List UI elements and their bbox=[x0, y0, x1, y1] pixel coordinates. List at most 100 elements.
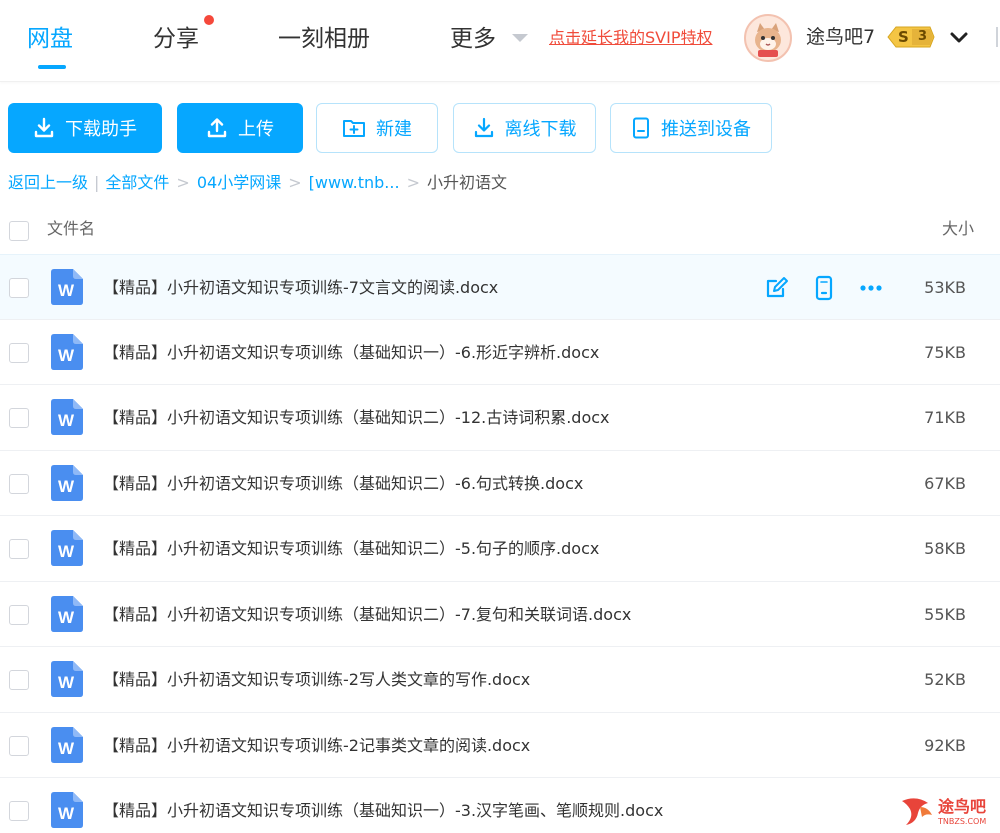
row-checkbox[interactable] bbox=[9, 735, 29, 756]
offline-download-button[interactable]: 离线下载 bbox=[453, 103, 596, 153]
badge-letter: S bbox=[898, 28, 909, 46]
top-navigation: 网盘 分享 一刻相册 更多 点击延长我的SVIP特权 途鸟吧7 S 3 bbox=[0, 0, 1000, 82]
word-file-letter: W bbox=[58, 542, 75, 561]
notification-dot bbox=[204, 15, 214, 25]
word-file-letter: W bbox=[58, 673, 75, 692]
table-row[interactable]: W 【精品】小升初语文知识专项训练（基础知识一）-3.汉字笔画、笔顺规则.doc… bbox=[0, 778, 1000, 833]
word-file-icon: W bbox=[51, 269, 83, 305]
word-file-letter: W bbox=[58, 608, 75, 627]
file-size: 53KB bbox=[924, 278, 966, 297]
column-header-name[interactable]: 文件名 bbox=[47, 218, 95, 240]
file-name[interactable]: 【精品】小升初语文知识专项训练-2写人类文章的写作.docx bbox=[103, 668, 530, 692]
active-tab-indicator bbox=[38, 65, 66, 69]
username[interactable]: 途鸟吧7 bbox=[806, 24, 875, 50]
file-name[interactable]: 【精品】小升初语文知识专项训练（基础知识二）-7.复句和关联词语.docx bbox=[103, 603, 631, 627]
table-row[interactable]: W 【精品】小升初语文知识专项训练（基础知识一）-6.形近字辨析.docx 75… bbox=[0, 319, 1000, 385]
more-dots-icon[interactable] bbox=[858, 275, 884, 301]
breadcrumb-folder-site[interactable]: [www.tnb... bbox=[309, 171, 400, 195]
word-file-icon: W bbox=[51, 726, 83, 763]
table-row[interactable]: W 【精品】小升初语文知识专项训练-2记事类文章的阅读.docx 92KB bbox=[0, 712, 1000, 778]
row-checkbox[interactable] bbox=[9, 278, 29, 298]
breadcrumb-back[interactable]: 返回上一级 bbox=[8, 171, 88, 195]
word-file-icon: W bbox=[51, 661, 83, 697]
edit-icon[interactable] bbox=[764, 275, 790, 301]
tab-netdisk[interactable]: 网盘 bbox=[27, 22, 73, 56]
file-name[interactable]: 【精品】小升初语文知识专项训练（基础知识一）-6.形近字辨析.docx bbox=[103, 341, 599, 365]
word-file-icon: W bbox=[51, 464, 83, 501]
download-helper-button[interactable]: 下载助手 bbox=[8, 103, 162, 153]
word-file-icon: W bbox=[51, 399, 83, 435]
svip-level-badge: S 3 bbox=[886, 25, 936, 49]
file-size: 75KB bbox=[924, 342, 966, 362]
breadcrumb-current: 小升初语文 bbox=[426, 173, 507, 192]
bird-logo-icon bbox=[902, 798, 932, 825]
tab-share[interactable]: 分享 bbox=[153, 22, 199, 56]
file-name[interactable]: 【精品】小升初语文知识专项训练-2记事类文章的阅读.docx bbox=[103, 734, 530, 758]
row-checkbox[interactable] bbox=[9, 801, 29, 821]
table-row[interactable]: W 【精品】小升初语文知识专项训练（基础知识二）-7.复句和关联词语.docx … bbox=[0, 581, 1000, 647]
breadcrumb-folder-course[interactable]: 04小学网课 bbox=[197, 171, 281, 195]
breadcrumb: 返回上一级 | 全部文件 > 04小学网课 > [www.tnb... > 小升… bbox=[8, 171, 507, 195]
table-row[interactable]: W 【精品】小升初语文知识专项训练-2写人类文章的写作.docx 52KB bbox=[0, 647, 1000, 713]
table-row[interactable]: W 【精品】小升初语文知识专项训练（基础知识二）-6.句式转换.docx 67K… bbox=[0, 450, 1000, 516]
upload-icon bbox=[207, 118, 227, 138]
table-row[interactable]: W 【精品】小升初语文知识专项训练（基础知识二）-5.句子的顺序.docx 58… bbox=[0, 516, 1000, 582]
phone-icon[interactable] bbox=[811, 275, 837, 301]
watermark-logo: 途鸟吧 TNBZS.COM bbox=[898, 795, 994, 829]
file-name[interactable]: 【精品】小升初语文知识专项训练（基础知识二）-5.句子的顺序.docx bbox=[103, 537, 599, 561]
watermark-text: 途鸟吧 bbox=[938, 797, 987, 816]
file-size: 52KB bbox=[924, 670, 966, 689]
table-row[interactable]: W 【精品】小升初语文知识专项训练-7文言文的阅读.docx 53KB bbox=[0, 254, 1000, 320]
word-file-letter: W bbox=[58, 739, 75, 758]
breadcrumb-arrow: > bbox=[176, 173, 190, 192]
row-checkbox[interactable] bbox=[9, 473, 29, 494]
new-button[interactable]: 新建 bbox=[316, 103, 438, 153]
row-checkbox[interactable] bbox=[9, 408, 29, 428]
file-list: W 【精品】小升初语文知识专项训练-7文言文的阅读.docx 53KB W 【精… bbox=[0, 254, 1000, 833]
row-checkbox[interactable] bbox=[9, 539, 29, 559]
tab-album[interactable]: 一刻相册 bbox=[278, 22, 370, 56]
column-header-size[interactable]: 大小 bbox=[942, 218, 974, 240]
select-all-checkbox[interactable] bbox=[9, 221, 29, 241]
download-icon bbox=[474, 117, 493, 138]
tab-more[interactable]: 更多 bbox=[450, 22, 496, 56]
push-to-device-button[interactable]: 推送到设备 bbox=[610, 103, 772, 153]
upload-button[interactable]: 上传 bbox=[177, 103, 303, 153]
upload-label: 上传 bbox=[238, 119, 274, 140]
file-size: 58KB bbox=[924, 539, 966, 558]
table-row[interactable]: W 【精品】小升初语文知识专项训练（基础知识二）-12.古诗词积累.docx 7… bbox=[0, 385, 1000, 451]
word-file-letter: W bbox=[58, 411, 75, 430]
download-icon bbox=[34, 117, 54, 138]
chevron-down-icon[interactable] bbox=[948, 26, 970, 48]
watermark-subtext: TNBZS.COM bbox=[938, 817, 987, 826]
new-folder-icon bbox=[343, 120, 365, 137]
row-checkbox[interactable] bbox=[9, 342, 29, 363]
caret-down-icon[interactable] bbox=[512, 34, 528, 42]
breadcrumb-divider: | bbox=[94, 173, 100, 192]
cat-avatar-icon[interactable] bbox=[744, 14, 792, 62]
breadcrumb-arrow: > bbox=[406, 173, 420, 192]
file-size: 92KB bbox=[924, 735, 966, 755]
word-file-letter: W bbox=[58, 477, 75, 496]
breadcrumb-arrow: > bbox=[288, 173, 302, 192]
file-name[interactable]: 【精品】小升初语文知识专项训练-7文言文的阅读.docx bbox=[103, 276, 498, 300]
badge-number: 3 bbox=[918, 29, 928, 44]
offline-download-label: 离线下载 bbox=[504, 119, 577, 140]
file-list-header: 文件名 大小 bbox=[0, 210, 1000, 254]
row-checkbox[interactable] bbox=[9, 670, 29, 690]
row-checkbox[interactable] bbox=[9, 604, 29, 625]
file-name[interactable]: 【精品】小升初语文知识专项训练（基础知识二）-12.古诗词积累.docx bbox=[103, 406, 610, 430]
download-helper-label: 下载助手 bbox=[65, 119, 137, 140]
word-file-letter: W bbox=[58, 346, 75, 365]
svip-extend-link[interactable]: 点击延长我的SVIP特权 bbox=[549, 27, 712, 49]
word-file-icon: W bbox=[51, 595, 83, 632]
word-file-letter: W bbox=[58, 281, 75, 300]
word-file-icon: W bbox=[51, 333, 83, 370]
file-name[interactable]: 【精品】小升初语文知识专项训练（基础知识一）-3.汉字笔画、笔顺规则.docx bbox=[103, 799, 663, 823]
file-name[interactable]: 【精品】小升初语文知识专项训练（基础知识二）-6.句式转换.docx bbox=[103, 472, 583, 496]
breadcrumb-all-files[interactable]: 全部文件 bbox=[105, 171, 169, 195]
window-edge-divider bbox=[996, 27, 1000, 47]
file-size: 55KB bbox=[924, 604, 966, 624]
new-label: 新建 bbox=[376, 119, 412, 140]
word-file-letter: W bbox=[58, 804, 75, 823]
